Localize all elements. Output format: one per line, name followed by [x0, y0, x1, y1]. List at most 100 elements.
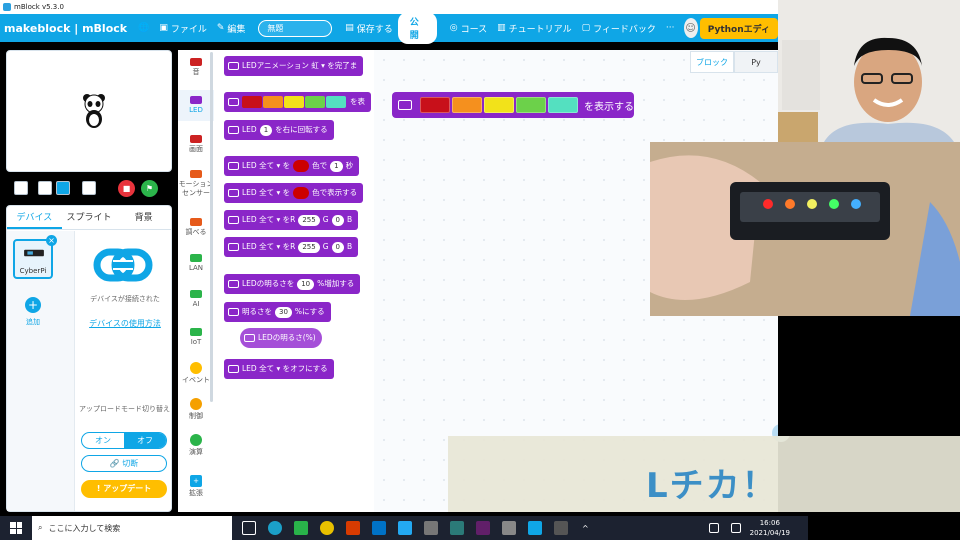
taskbar-clock[interactable]: 16:06 2021/04/19 [750, 518, 790, 538]
color-swatch[interactable] [420, 97, 450, 113]
color-swatch[interactable] [326, 96, 346, 108]
number-input[interactable]: 255 [298, 241, 320, 253]
color-swatch[interactable] [263, 96, 283, 108]
block-led-rgb-show[interactable]: LED 全て ▾ をR 255 G 0 B [224, 237, 359, 257]
edge-icon[interactable] [268, 521, 282, 535]
category-motion-sensor[interactable]: モーションセンサー [178, 170, 214, 198]
courses-link[interactable]: ◎ コース [450, 22, 487, 35]
block-led-off[interactable]: LED 全て ▾ をオフにする [224, 359, 334, 379]
color-picker[interactable] [293, 187, 310, 199]
category-lan[interactable]: LAN [178, 254, 214, 273]
number-input[interactable]: 1 [330, 160, 343, 172]
grid-icon[interactable] [82, 181, 96, 195]
user-avatar[interactable]: ☺ [683, 18, 698, 38]
block-led-animation[interactable]: LEDアニメーション 虹 ▾ を完了ま [224, 56, 364, 76]
block-brightness-increase[interactable]: LEDの明るさを 10 %増加する [224, 274, 361, 294]
publish-button[interactable]: 公 開 [397, 12, 437, 44]
taskbar-search[interactable]: ⌕ ここに入力して検索 [32, 516, 232, 540]
outlook-icon[interactable] [372, 521, 386, 535]
project-name-input[interactable]: 無題 [258, 19, 333, 37]
tab-backdrop[interactable]: 背景 [116, 206, 171, 229]
number-input[interactable]: 255 [298, 214, 320, 226]
color-swatch[interactable] [484, 97, 514, 113]
panda-sprite[interactable] [81, 93, 107, 129]
color-swatch[interactable] [548, 97, 578, 113]
globe-icon[interactable]: 🌐 [138, 23, 149, 33]
workspace-show-colors-block[interactable]: を表示する [392, 92, 634, 118]
chrome-icon[interactable] [320, 521, 334, 535]
color-swatch[interactable] [284, 96, 304, 108]
block-brightness-reporter[interactable]: LEDの明るさ(%) [240, 328, 322, 348]
tab-sprites[interactable]: スプライト [62, 206, 117, 229]
stage[interactable] [6, 50, 172, 172]
tab-devices[interactable]: デバイス [7, 206, 62, 229]
color-swatch[interactable] [452, 97, 482, 113]
clock-date: 2021/04/19 [749, 529, 790, 537]
vscode-icon[interactable] [398, 521, 412, 535]
windows-start-icon[interactable] [10, 522, 22, 534]
device-howto-link[interactable]: デバイスの使用方法 [77, 318, 173, 329]
block-show-colors[interactable]: を表 [224, 92, 371, 112]
volume-icon[interactable] [730, 523, 741, 533]
number-input[interactable]: 30 [275, 306, 292, 318]
app-icon[interactable] [554, 521, 568, 535]
edit-menu[interactable]: ✎ 編集 [217, 22, 246, 35]
fullscreen-icon[interactable] [14, 181, 28, 195]
category-operators[interactable]: 演算 [178, 434, 214, 457]
toggle-on[interactable]: オン [82, 433, 124, 448]
slack-icon[interactable] [476, 521, 490, 535]
category-events[interactable]: イベント [178, 362, 214, 385]
tray-chevron-icon[interactable]: ^ [582, 524, 589, 533]
category-led[interactable]: LED [178, 90, 214, 121]
mblock-taskbar-icon[interactable] [528, 521, 542, 535]
category-display[interactable]: 画面 [178, 135, 214, 154]
color-swatch[interactable] [242, 96, 262, 108]
number-input[interactable]: 0 [331, 241, 344, 253]
feedback-link[interactable]: ▢ フィードバック [582, 22, 656, 35]
block-brightness-set[interactable]: 明るさを 30 %にする [224, 302, 331, 322]
block-led-rgb-seconds[interactable]: LED 全て ▾ をR 255 G 0 B [224, 210, 359, 230]
upload-mode-toggle[interactable]: オン オフ [81, 432, 167, 449]
app-icon[interactable] [502, 521, 516, 535]
category-extensions[interactable]: + 拡張 [178, 475, 214, 498]
tab-python[interactable]: Py [734, 51, 778, 73]
app-icon[interactable] [424, 521, 438, 535]
network-icon[interactable] [708, 523, 719, 533]
number-input[interactable]: 10 [297, 278, 315, 290]
window-titlebar: mBlock v5.3.0 [0, 0, 778, 14]
line-icon[interactable] [294, 521, 308, 535]
more-menu[interactable]: ··· [666, 23, 675, 33]
remove-device-icon[interactable]: × [46, 235, 57, 246]
block-led-color-show[interactable]: LED 全て ▾ を 色で表示する [224, 183, 364, 203]
category-iot[interactable]: IoT [178, 328, 214, 347]
add-device-button[interactable]: + [25, 297, 41, 313]
tutorials-link[interactable]: ▥ チュートリアル [497, 22, 571, 35]
category-sound[interactable]: 音 [178, 58, 214, 77]
office-icon[interactable] [346, 521, 360, 535]
category-sensing[interactable]: 調べる [178, 218, 214, 237]
go-flag-button[interactable]: ⚑ [141, 179, 158, 197]
color-picker[interactable] [293, 160, 310, 172]
toggle-off[interactable]: オフ [124, 433, 166, 448]
color-swatch[interactable] [305, 96, 325, 108]
stop-button[interactable]: ■ [118, 179, 135, 197]
tab-blocks[interactable]: ブロック [690, 51, 734, 73]
task-view-icon[interactable] [242, 521, 256, 535]
large-stage-icon[interactable] [56, 181, 70, 195]
file-menu[interactable]: ▣ ファイル [159, 22, 207, 35]
block-led-color-seconds[interactable]: LED 全て ▾ を 色で 1 秒 [224, 156, 360, 176]
small-stage-icon[interactable] [38, 181, 52, 195]
category-control[interactable]: 制御 [178, 398, 214, 421]
palette-scrollbar[interactable] [210, 52, 213, 402]
block-rotate-right[interactable]: LED 1 を右に回転する [224, 120, 334, 140]
number-input[interactable]: 1 [259, 124, 273, 136]
app-icon[interactable] [450, 521, 464, 535]
python-editor-button[interactable]: Pythonエディ [699, 17, 778, 39]
disconnect-button[interactable]: 🔗 切断 [81, 455, 167, 472]
category-ai[interactable]: AI [178, 290, 214, 309]
save-button[interactable]: ▤ 保存する [345, 22, 393, 35]
color-swatch[interactable] [516, 97, 546, 113]
device-card-cyberpi[interactable]: CyberPi × [13, 235, 57, 279]
number-input[interactable]: 0 [331, 214, 344, 226]
update-button[interactable]: ! アップデート [81, 480, 167, 498]
